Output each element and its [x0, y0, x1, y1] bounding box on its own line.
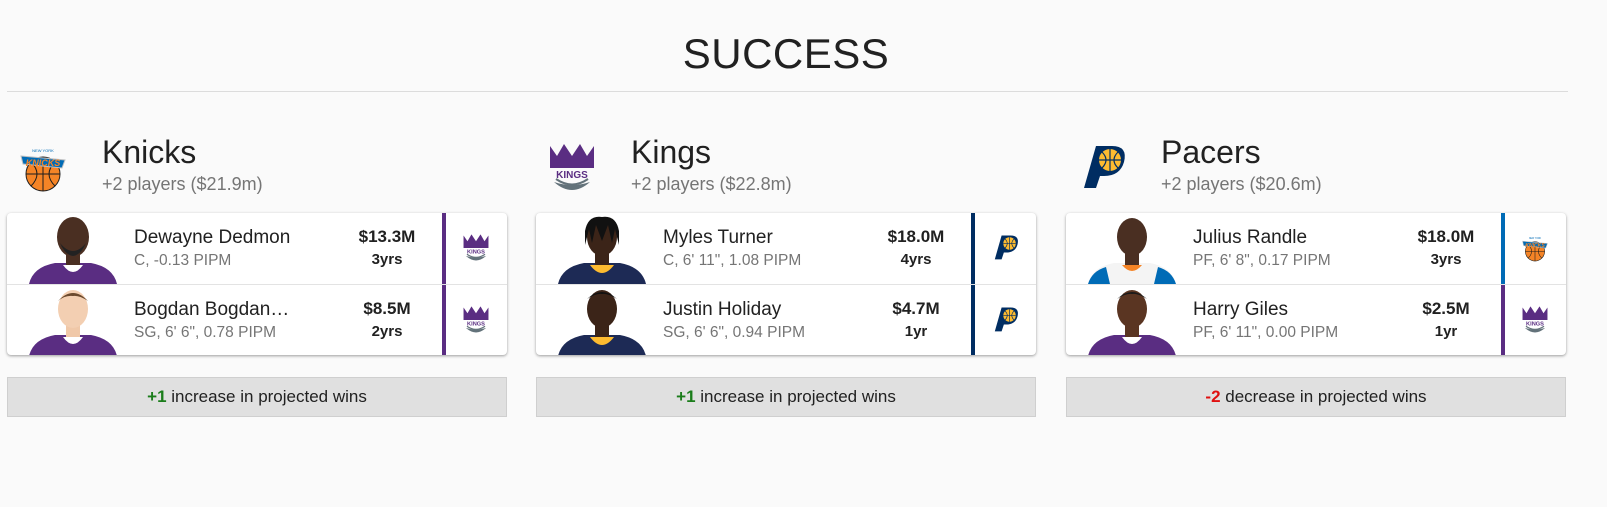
player-contract-years: 1yr: [904, 323, 928, 340]
player-contract-years: 1yr: [1434, 323, 1458, 340]
player-headshot: [29, 217, 117, 284]
player-name: Dewayne Dedmon: [134, 227, 291, 248]
player-headshot: [1088, 218, 1176, 284]
origin-team-bar: [442, 213, 446, 284]
player-headshot: [558, 290, 646, 355]
player-headshot: [558, 216, 646, 284]
origin-team-bar: [971, 213, 975, 284]
pacers-logo-icon: [1072, 138, 1132, 198]
player-name: Justin Holiday: [663, 299, 782, 320]
player-name: Bogdan Bogdan…: [134, 299, 290, 320]
player-headshot: [29, 290, 117, 355]
team-summary: +2 players ($21.9m): [102, 174, 263, 194]
projected-wins-result: +1 increase in projected wins: [536, 377, 1036, 417]
origin-team-bar: [1501, 213, 1505, 284]
team-header: Pacers +2 players ($20.6m): [1066, 130, 1566, 210]
projected-wins-result: +1 increase in projected wins: [7, 377, 507, 417]
kings-logo-icon: [459, 303, 493, 337]
page-title: SUCCESS: [682, 30, 890, 77]
player-salary: $4.7M: [892, 299, 940, 318]
player-card: Myles Turner C, 6' 11", 1.08 PIPM $18.0M…: [536, 213, 1036, 355]
player-contract-years: 2yrs: [371, 323, 403, 340]
player-info: PF, 6' 11", 0.00 PIPM: [1193, 324, 1339, 341]
player-salary: $8.5M: [363, 299, 411, 318]
player-contract-years: 4yrs: [900, 251, 932, 268]
kings-logo-icon: [1518, 303, 1552, 337]
team-column-kings: Kings +2 players ($22.8m) Myles Turner C…: [536, 130, 1036, 417]
player-card: Julius Randle PF, 6' 8", 0.17 PIPM $18.0…: [1066, 213, 1566, 355]
team-summary: +2 players ($20.6m): [1161, 174, 1322, 194]
player-name: Julius Randle: [1193, 227, 1308, 248]
team-summary: +2 players ($22.8m): [631, 174, 792, 194]
player-info: PF, 6' 8", 0.17 PIPM: [1193, 252, 1331, 269]
origin-team-bar: [1501, 285, 1505, 355]
player-row[interactable]: Justin Holiday SG, 6' 6", 0.94 PIPM $4.7…: [536, 284, 1036, 355]
player-contract-years: 3yrs: [1430, 251, 1462, 268]
wins-delta: +1: [147, 387, 167, 406]
wins-delta: -2: [1205, 387, 1221, 406]
team-header: Kings +2 players ($22.8m): [536, 130, 1036, 210]
player-name: Myles Turner: [663, 227, 773, 248]
origin-team-bar: [442, 285, 446, 355]
team-name: Knicks: [102, 134, 197, 170]
origin-team-bar: [971, 285, 975, 355]
player-info: SG, 6' 6", 0.78 PIPM: [134, 324, 276, 341]
player-headshot: [1088, 290, 1176, 355]
player-row[interactable]: Dewayne Dedmon C, -0.13 PIPM $13.3M 3yrs: [7, 213, 507, 284]
player-salary: $13.3M: [358, 227, 416, 246]
player-card: Dewayne Dedmon C, -0.13 PIPM $13.3M 3yrs…: [7, 213, 507, 355]
player-salary: $2.5M: [1422, 299, 1470, 318]
player-salary: $18.0M: [887, 227, 945, 246]
player-row[interactable]: Myles Turner C, 6' 11", 1.08 PIPM $18.0M…: [536, 213, 1036, 284]
player-salary: $18.0M: [1417, 227, 1475, 246]
team-column-knicks: Knicks +2 players ($21.9m) Dewayne Dedmo…: [7, 130, 507, 417]
team-name: Pacers: [1161, 134, 1261, 170]
team-name: Kings: [631, 134, 712, 170]
wins-delta: +1: [676, 387, 696, 406]
player-name: Harry Giles: [1193, 299, 1289, 320]
title-divider: [7, 91, 1568, 92]
wins-delta-text: increase in projected wins: [695, 387, 896, 406]
player-row[interactable]: Julius Randle PF, 6' 8", 0.17 PIPM $18.0…: [1066, 213, 1566, 284]
pacers-logo-icon: [988, 231, 1022, 265]
projected-wins-result: -2 decrease in projected wins: [1066, 377, 1566, 417]
player-info: C, 6' 11", 1.08 PIPM: [663, 252, 802, 269]
pacers-logo-icon: [988, 303, 1022, 337]
team-column-pacers: Pacers +2 players ($20.6m) Julius Randle…: [1066, 130, 1566, 417]
team-header: Knicks +2 players ($21.9m): [7, 130, 507, 210]
player-info: C, -0.13 PIPM: [134, 252, 232, 269]
wins-delta-text: decrease in projected wins: [1220, 387, 1427, 406]
kings-logo-icon: [459, 231, 493, 265]
player-row[interactable]: Bogdan Bogdan… SG, 6' 6", 0.78 PIPM $8.5…: [7, 284, 507, 355]
kings-logo-icon: [542, 138, 602, 198]
player-row[interactable]: Harry Giles PF, 6' 11", 0.00 PIPM $2.5M …: [1066, 284, 1566, 355]
player-info: SG, 6' 6", 0.94 PIPM: [663, 324, 805, 341]
knicks-logo-icon: [1518, 231, 1552, 265]
knicks-logo-icon: [13, 138, 73, 198]
player-contract-years: 3yrs: [371, 251, 403, 268]
wins-delta-text: increase in projected wins: [166, 387, 367, 406]
